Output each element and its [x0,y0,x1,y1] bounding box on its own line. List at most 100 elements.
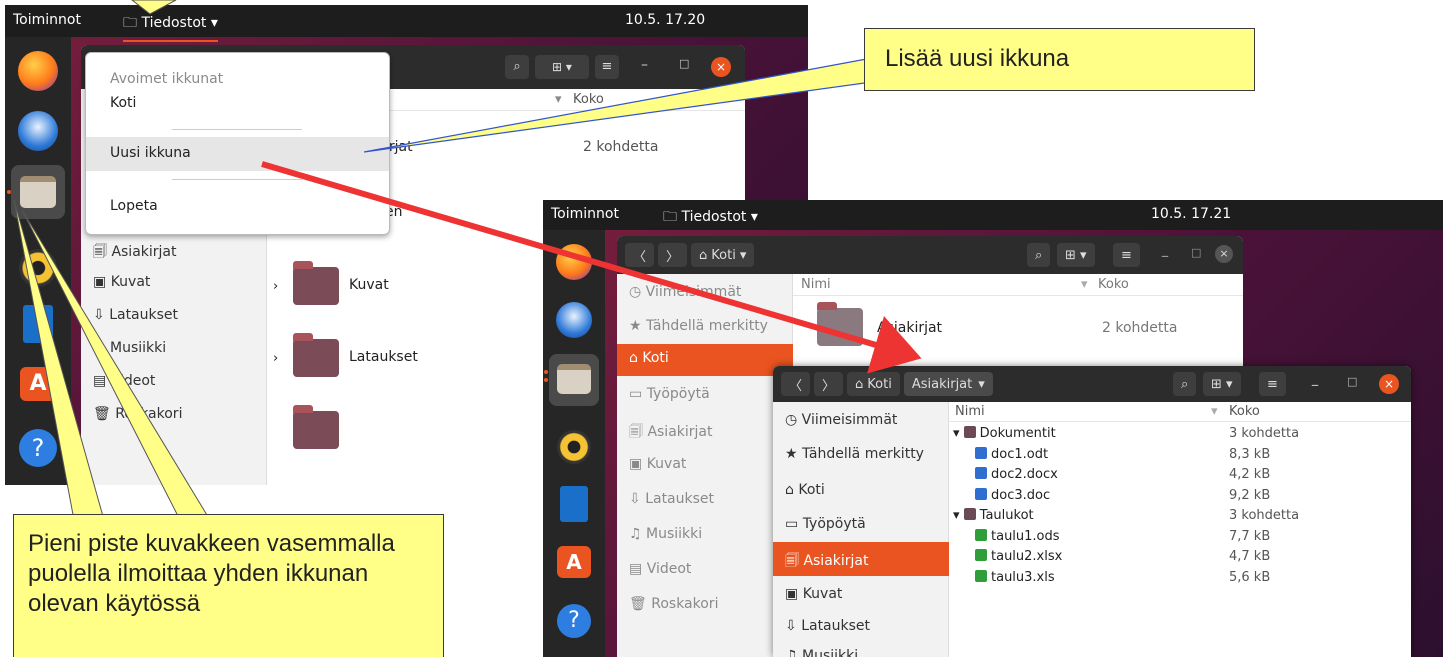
maximize-button-3[interactable]: □ [1347,375,1357,388]
forward-button[interactable]: 〉 [658,243,688,267]
pictures-folder-icon[interactable] [293,261,339,305]
expander-down-icon[interactable]: ▾ [953,426,964,441]
menu-button-2[interactable]: ≡ [1113,243,1140,267]
sidebar-item-kuvat[interactable]: ▣ Kuvat [629,456,686,472]
sidebar-item-asiakirjat[interactable]: 🗐 Asiakirjat [93,241,177,265]
sidebar-item-viimeisimmat[interactable]: ◷ Viimeisimmät [629,284,741,300]
folder-kuvat-label[interactable]: Kuvat [349,277,389,293]
search-button-3[interactable]: ⌕ [1173,372,1197,396]
sidebar-label: Tähdellä merkitty [646,318,768,334]
sidebar-item-tyopoyta[interactable]: ▭ Työpöytä [785,516,866,532]
dock-2: A ? [543,230,605,657]
clock-1[interactable]: 10.5. 17.20 [625,12,705,28]
file-row[interactable]: taulu1.ods 7,7 kB [949,527,1411,547]
file-list: ▾ Dokumentit 3 kohdetta doc1.odt 8,3 kB doc2… [949,424,1411,624]
documents-folder-icon[interactable] [817,302,863,346]
column-size[interactable]: Koko [1098,277,1129,292]
sidebar-item-starred[interactable]: ★ Tähdellä merkitty [629,318,768,334]
rhythmbox-icon[interactable] [19,249,57,287]
writer-icon[interactable] [23,305,53,343]
sidebar-item-musiikki[interactable]: ♫ Musiikki [785,648,858,657]
file-row[interactable]: taulu3.xls 5,6 kB [949,568,1411,588]
sidebar-item-asiakirjat[interactable]: 🗐 Asiakirjat [773,542,949,576]
software-center-icon[interactable]: A [20,367,56,401]
view-toggle-button-1[interactable]: ⊞ ▾ [535,55,589,79]
sidebar-item-musiikki[interactable]: ♫ Musiikki [93,340,166,356]
files-icon[interactable] [20,176,56,208]
view-toggle-button-2[interactable]: ⊞ ▾ [1057,243,1095,267]
menu-item-quit[interactable]: Lopeta [110,198,158,214]
search-button-2[interactable]: ⌕ [1027,243,1051,267]
software-center-icon[interactable]: A [557,546,591,578]
folder-row[interactable]: ▾ Taulukot 3 kohdetta [949,506,1411,526]
file-size: 3 kohdetta [1229,426,1300,441]
column-size[interactable]: Koko [1229,404,1260,419]
column-size[interactable]: Koko [573,92,604,107]
sidebar-item-lataukset[interactable]: ⇩ Lataukset [629,491,714,507]
sidebar-item-videot[interactable]: ▤ Videot [93,373,155,389]
row-asiakirjat-name[interactable]: Asiakirjat [877,320,942,336]
column-name[interactable]: Nimi [801,277,831,292]
menu-button-1[interactable]: ≡ [595,55,619,79]
sidebar-item-lataukset[interactable]: ⇩ Lataukset [93,307,178,323]
close-button-2[interactable]: × [1215,245,1233,263]
breadcrumb-home[interactable]: ⌂ Koti [847,372,900,396]
folder-lataukset-label[interactable]: Lataukset [349,349,418,365]
sidebar-item-starred[interactable]: ★ Tähdellä merkitty [785,446,924,462]
writer-icon[interactable] [560,486,588,522]
sidebar-item-koti[interactable]: ⌂ Koti [785,482,825,498]
thunderbird-icon[interactable] [556,302,592,338]
minimize-button-3[interactable]: – [1311,375,1319,394]
menu-item-home[interactable]: Koti [110,95,136,111]
file-row[interactable]: doc2.docx 4,2 kB [949,465,1411,485]
file-row[interactable]: doc3.doc 9,2 kB [949,486,1411,506]
sidebar-item-asiakirjat[interactable]: 🗐 Asiakirjat [629,421,713,445]
file-row[interactable]: doc1.odt 8,3 kB [949,445,1411,465]
breadcrumb-asiakirjat[interactable]: Asiakirjat ▾ [903,372,993,396]
column-name[interactable]: Nimi [955,404,985,419]
downloads-folder-icon[interactable] [293,333,339,377]
close-button-1[interactable]: × [711,57,731,77]
rhythmbox-icon[interactable] [557,430,591,464]
activities-button-2[interactable]: Toiminnot [551,206,619,222]
folder-icon[interactable] [293,405,339,449]
firefox-icon[interactable] [18,51,58,91]
folder-row[interactable]: ▾ Dokumentit 3 kohdetta [949,424,1411,444]
file-row[interactable]: taulu2.xlsx 4,7 kB [949,547,1411,567]
maximize-button-1[interactable]: □ [679,57,689,70]
home-icon: ⌂ [785,482,799,498]
clock-2[interactable]: 10.5. 17.21 [1151,206,1231,222]
menu-item-new-window[interactable]: Uusi ikkuna [86,137,389,171]
minimize-button-2[interactable]: – [1161,246,1169,265]
activities-button-1[interactable]: Toiminnot [13,12,81,28]
menu-separator [172,129,302,130]
thunderbird-icon[interactable] [18,111,58,151]
sidebar-item-musiikki[interactable]: ♫ Musiikki [629,526,702,542]
sidebar-item-videot[interactable]: ▤ Videot [629,561,691,577]
sidebar-item-roskakori[interactable]: 🗑 Roskakori [93,406,182,422]
help-icon[interactable]: ? [19,429,57,467]
forward-button[interactable]: 〉 [814,372,844,396]
expander-down-icon[interactable]: ▾ [953,508,964,523]
back-button[interactable]: 〈 [781,372,811,396]
menu-button-3[interactable]: ≡ [1259,372,1286,396]
search-button-1[interactable]: ⌕ [505,55,529,79]
close-button-3[interactable]: × [1379,374,1399,394]
help-icon[interactable]: ? [557,604,591,638]
sidebar-item-koti[interactable]: ⌂ Koti [617,344,793,376]
minimize-button-1[interactable]: – [641,57,648,73]
back-button[interactable]: 〈 [625,243,655,267]
sidebar-item-viimeisimmat[interactable]: ◷ Viimeisimmät [785,412,897,428]
breadcrumb-home[interactable]: ⌂ Koti ▾ [691,243,755,267]
sidebar-item-kuvat[interactable]: ▣ Kuvat [785,586,842,602]
view-toggle-button-3[interactable]: ⊞ ▾ [1203,372,1241,396]
maximize-button-2[interactable]: □ [1191,246,1201,259]
files-menu-button-2[interactable]: 🗀 Tiedostot ▾ [663,206,758,230]
sidebar-item-roskakori[interactable]: 🗑 Roskakori [629,596,718,612]
sidebar-item-tyopoyta[interactable]: ▭ Työpöytä [629,386,710,402]
firefox-icon[interactable] [556,244,592,280]
sidebar-item-kuvat[interactable]: ▣ Kuvat [93,274,150,290]
files-icon[interactable] [557,364,591,394]
files-menu-button-1[interactable]: 🗀 Tiedostot ▾ [123,12,218,42]
sidebar-item-lataukset[interactable]: ⇩ Lataukset [785,618,870,634]
